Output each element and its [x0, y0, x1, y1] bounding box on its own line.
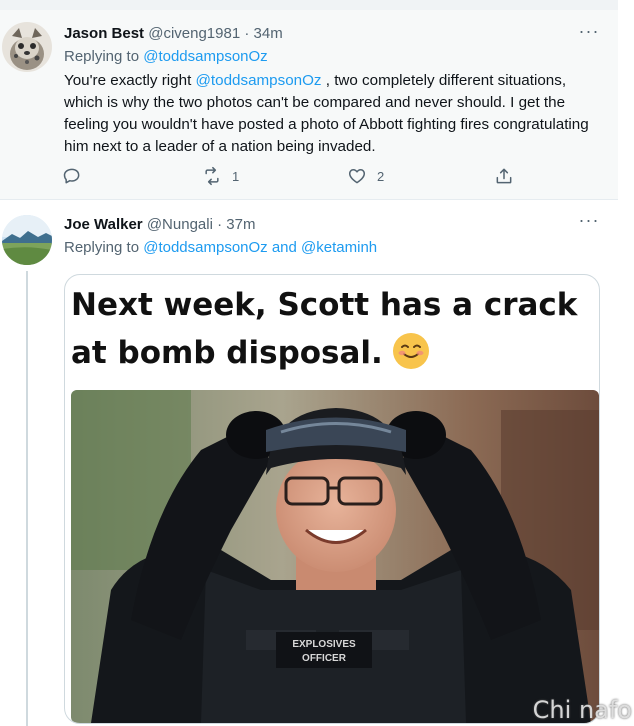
- thread-line: [26, 271, 28, 726]
- meme-caption: Next week, Scott has a crack at bomb dis…: [71, 281, 591, 377]
- user-handle[interactable]: @Nungali: [147, 216, 213, 233]
- top-band: [0, 0, 634, 10]
- meme-caption-text: Next week, Scott has a crack at bomb dis…: [71, 287, 578, 371]
- replying-to-label: Replying to: [64, 239, 144, 256]
- tweet-media-image[interactable]: Next week, Scott has a crack at bomb dis…: [64, 274, 600, 724]
- mention-link[interactable]: @toddsampsonOz: [196, 72, 322, 89]
- user-handle[interactable]: @civeng1981: [148, 25, 240, 42]
- mention-link[interactable]: @ketaminh: [301, 239, 377, 256]
- replying-to-label: Replying to: [64, 48, 144, 65]
- window-edge: [618, 0, 634, 726]
- tweet-header: Joe Walker @Nungali · 37m: [64, 215, 255, 235]
- more-options-icon[interactable]: ···: [578, 22, 600, 44]
- heart-icon: [348, 169, 366, 184]
- tweet-text: You're exactly right @toddsampsonOz , tw…: [64, 70, 604, 158]
- display-name[interactable]: Joe Walker: [64, 216, 143, 233]
- retweet-icon: [205, 166, 219, 186]
- more-options-icon[interactable]: ···: [578, 211, 600, 233]
- share-button[interactable]: [494, 164, 514, 188]
- retweet-button[interactable]: 1: [202, 164, 239, 188]
- tweet-actions: 1 2: [62, 164, 542, 188]
- tweet-joe-walker[interactable]: Joe Walker @Nungali · 37m ··· Replying t…: [0, 201, 618, 726]
- tweet-header: Jason Best @civeng1981 · 34m: [64, 24, 283, 44]
- timestamp[interactable]: 37m: [226, 216, 255, 233]
- vest-label-line-2: OFFICER: [302, 653, 347, 664]
- tweet-jason-best[interactable]: Jason Best @civeng1981 · 34m ··· Replyin…: [0, 10, 618, 200]
- replying-to: Replying to @toddsampsonOz: [64, 47, 268, 67]
- reply-button[interactable]: [62, 164, 82, 188]
- tweet-text-prefix: You're exactly right: [64, 72, 196, 89]
- separator-dot: ·: [217, 216, 223, 233]
- retweet-count: 1: [232, 168, 240, 184]
- mention-link[interactable]: @toddsampsonOz: [143, 48, 267, 65]
- watermark: Chi nafo: [532, 696, 632, 724]
- photo-bomb-disposal: EXPLOSIVES OFFICER: [71, 390, 599, 723]
- mention-link[interactable]: @toddsampsonOz: [143, 239, 267, 256]
- smiling-emoji-icon: [392, 333, 429, 369]
- avatar[interactable]: [2, 22, 52, 72]
- timestamp[interactable]: 34m: [254, 25, 283, 42]
- share-icon: [496, 168, 512, 184]
- like-count: 2: [377, 168, 385, 184]
- vest-label-line-1: EXPLOSIVES: [292, 639, 356, 650]
- replying-and: and: [267, 239, 302, 256]
- display-name[interactable]: Jason Best: [64, 25, 144, 42]
- reply-icon: [63, 168, 80, 184]
- like-button[interactable]: 2: [347, 164, 384, 188]
- replying-to: Replying to @toddsampsonOz and @ketaminh: [64, 238, 377, 258]
- separator-dot: ·: [244, 25, 250, 42]
- avatar[interactable]: [2, 215, 52, 265]
